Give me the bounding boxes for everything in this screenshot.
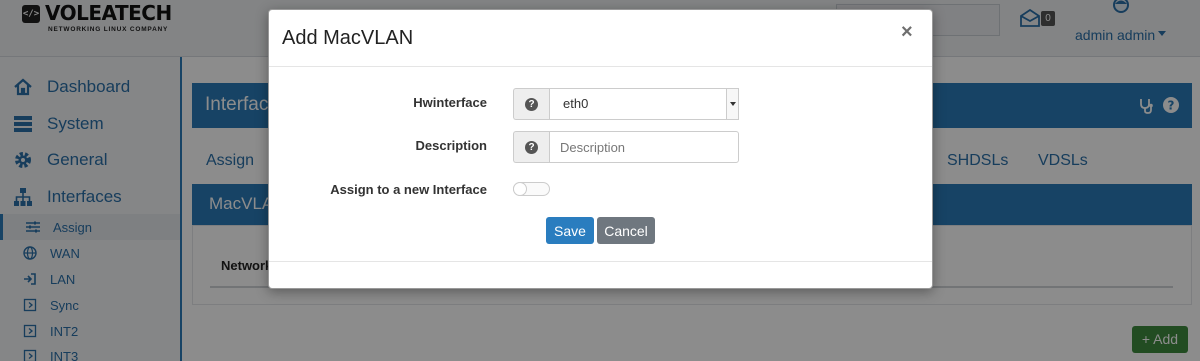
toggle-knob [513, 182, 527, 196]
assign-new-interface-toggle[interactable] [513, 182, 550, 196]
hwinterface-label: Hwinterface [413, 95, 487, 110]
description-label: Description [415, 138, 487, 153]
cancel-button[interactable]: Cancel [597, 217, 655, 244]
add-macvlan-dialog: Add MacVLAN × Hwinterface ? eth0 Descrip… [268, 9, 933, 289]
save-button[interactable]: Save [546, 217, 594, 244]
modal-header: Add MacVLAN × [269, 10, 932, 67]
assign-new-interface-label: Assign to a new Interface [330, 182, 487, 197]
question-circle-icon: ? [525, 140, 538, 154]
chevron-down-icon[interactable] [726, 89, 738, 119]
hwinterface-selected-value: eth0 [563, 96, 589, 111]
close-icon[interactable]: × [901, 21, 913, 44]
modal-title: Add MacVLAN [282, 27, 414, 49]
modal-footer [269, 261, 932, 262]
hwinterface-help-icon[interactable]: ? [513, 88, 549, 120]
description-input[interactable] [549, 131, 739, 163]
question-circle-icon: ? [525, 97, 538, 111]
hwinterface-select[interactable]: eth0 [549, 88, 739, 120]
description-help-icon[interactable]: ? [513, 131, 549, 163]
